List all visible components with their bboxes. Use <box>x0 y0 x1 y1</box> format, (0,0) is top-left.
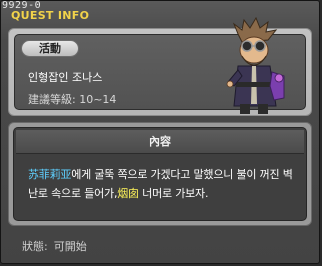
level-range: 10~14 <box>79 93 117 106</box>
npc-portrait <box>226 16 285 114</box>
level-label: 建議等級: <box>28 93 76 106</box>
quest-type-tag: 活動 <box>21 40 79 57</box>
content-header: 內容 <box>16 130 304 154</box>
description-text-2: 너머로 가보자. <box>138 187 209 200</box>
recommended-level: 建議等級: 10~14 <box>28 91 116 107</box>
window-title: QUEST INFO <box>11 9 90 22</box>
description-location-highlight: 烟囱 <box>117 187 139 200</box>
quest-description: 苏菲莉亚에게 굴뚝 쪽으로 가겠다고 말했으니 불이 꺼진 벽난로 속으로 들어… <box>28 165 298 203</box>
status-value: 可開始 <box>53 240 87 253</box>
quest-status: 狀態: 可開始 <box>22 238 87 254</box>
description-npc-highlight: 苏菲莉亚 <box>28 168 72 181</box>
status-label: 狀態: <box>22 240 48 253</box>
npc-name: 인형잡인 조나스 <box>28 71 103 84</box>
